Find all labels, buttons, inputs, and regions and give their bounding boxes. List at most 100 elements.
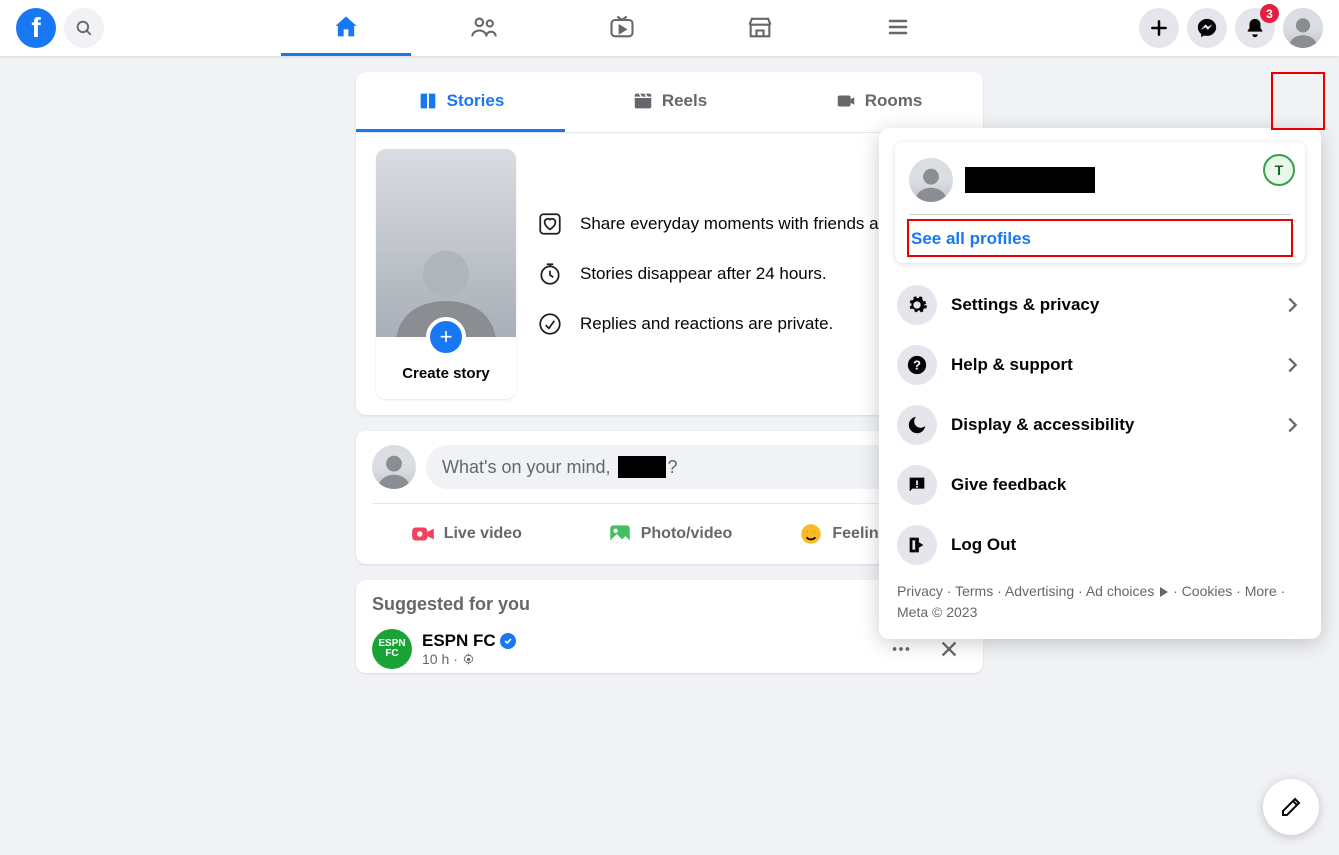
menu-item-label: Help & support	[951, 355, 1267, 375]
nav-menu-tab[interactable]	[833, 0, 963, 56]
menu-give-feedback[interactable]: Give feedback	[893, 455, 1307, 515]
stories-tabs: Stories Reels Rooms	[356, 72, 983, 133]
account-menu: T See all profiles Settings & privacy ? …	[879, 128, 1321, 639]
tab-label: Stories	[447, 91, 505, 111]
suggested-title: Suggested for you	[372, 594, 967, 615]
footer-link[interactable]: Advertising	[1005, 583, 1074, 599]
suggested-row[interactable]: ESPNFC ESPN FC 10 h ·	[372, 629, 967, 669]
menu-item-label: Give feedback	[951, 475, 1303, 495]
verified-badge-icon	[500, 633, 516, 649]
redacted-name	[965, 167, 1095, 193]
action-label: Photo/video	[641, 525, 733, 543]
new-message-fab[interactable]	[1263, 779, 1319, 835]
menu-item-label: Display & accessibility	[951, 415, 1267, 435]
tab-rooms[interactable]: Rooms	[774, 72, 983, 132]
facebook-logo[interactable]: f	[16, 8, 56, 48]
friends-icon	[470, 13, 498, 41]
composer-prompt-suffix: ?	[668, 457, 678, 478]
reels-icon	[632, 90, 654, 112]
menu-log-out[interactable]: Log Out	[893, 515, 1307, 575]
adchoices-icon	[1160, 587, 1168, 597]
reply-icon	[536, 311, 564, 337]
chevron-right-icon	[1281, 354, 1303, 376]
footer-meta: Meta © 2023	[897, 604, 977, 620]
page-avatar: ESPNFC	[372, 629, 412, 669]
notification-badge: 3	[1260, 4, 1279, 23]
profile-switcher-card: T See all profiles	[895, 142, 1305, 263]
avatar-icon	[1283, 8, 1323, 48]
live-video-button[interactable]: Live video	[364, 512, 568, 556]
footer-link[interactable]: Privacy	[897, 583, 943, 599]
tab-reels[interactable]: Reels	[565, 72, 774, 132]
stories-icon	[417, 90, 439, 112]
create-story-tile[interactable]: + Create story	[376, 149, 516, 399]
story-point-text: Replies and reactions are private.	[580, 314, 833, 334]
avatar-icon[interactable]	[372, 445, 416, 489]
avatar-icon	[909, 158, 953, 202]
create-story-label: Create story	[376, 365, 516, 382]
nav-right: 3	[1139, 8, 1323, 48]
menu-help-support[interactable]: ? Help & support	[893, 335, 1307, 395]
svg-text:?: ?	[913, 358, 921, 373]
watch-icon	[608, 13, 636, 41]
photo-icon	[607, 521, 633, 547]
footer-link[interactable]: Terms	[955, 583, 993, 599]
nav-center	[104, 0, 1139, 56]
tab-stories[interactable]: Stories	[356, 72, 565, 132]
post-time: 10 h	[422, 651, 449, 667]
footer-link[interactable]: Cookies	[1182, 583, 1233, 599]
redacted-name	[618, 456, 666, 478]
tab-label: Reels	[662, 91, 707, 111]
create-button[interactable]	[1139, 8, 1179, 48]
feeling-icon	[798, 521, 824, 547]
gear-icon	[462, 653, 475, 666]
logout-icon	[897, 525, 937, 565]
clock-icon	[536, 261, 564, 287]
profile-link[interactable]	[909, 152, 1291, 214]
more-icon	[890, 638, 912, 660]
notifications-button[interactable]: 3	[1235, 8, 1275, 48]
nav-home-tab[interactable]	[281, 0, 411, 56]
plus-icon: +	[426, 317, 466, 357]
story-point-text: Stories disappear after 24 hours.	[580, 264, 827, 284]
home-icon	[332, 13, 360, 41]
help-icon: ?	[897, 345, 937, 385]
chevron-right-icon	[1281, 294, 1303, 316]
menu-settings-privacy[interactable]: Settings & privacy	[893, 275, 1307, 335]
account-button[interactable]	[1283, 8, 1323, 48]
moon-icon	[897, 405, 937, 445]
menu-item-label: Settings & privacy	[951, 295, 1267, 315]
hamburger-icon	[886, 15, 910, 39]
composer-prompt-prefix: What's on your mind,	[442, 457, 611, 478]
nav-friends-tab[interactable]	[419, 0, 549, 56]
footer-link[interactable]: More	[1245, 583, 1277, 599]
tab-label: Rooms	[865, 91, 923, 111]
messenger-icon	[1196, 17, 1218, 39]
nav-watch-tab[interactable]	[557, 0, 687, 56]
action-label: Live video	[444, 525, 522, 543]
see-all-profiles-link[interactable]: See all profiles	[907, 219, 1293, 257]
messenger-button[interactable]	[1187, 8, 1227, 48]
chevron-right-icon	[1281, 414, 1303, 436]
rooms-icon	[835, 90, 857, 112]
plus-icon	[1149, 18, 1169, 38]
photo-video-button[interactable]: Photo/video	[568, 512, 772, 556]
heart-card-icon	[536, 211, 564, 237]
menu-footer: Privacy · Terms · Advertising · Ad choic…	[893, 575, 1307, 625]
menu-display-accessibility[interactable]: Display & accessibility	[893, 395, 1307, 455]
search-button[interactable]	[64, 8, 104, 48]
footer-link[interactable]: Ad choices	[1086, 583, 1154, 599]
compose-icon	[1279, 795, 1303, 819]
gear-icon	[897, 285, 937, 325]
marketplace-icon	[746, 13, 774, 41]
live-video-icon	[410, 521, 436, 547]
close-icon	[938, 638, 960, 660]
search-icon	[75, 19, 93, 37]
menu-item-label: Log Out	[951, 535, 1303, 555]
page-name: ESPN FC	[422, 631, 496, 651]
profile-switch-badge[interactable]: T	[1263, 154, 1295, 186]
feedback-icon	[897, 465, 937, 505]
avatar-placeholder	[376, 149, 516, 337]
header-bar: f 3	[0, 0, 1339, 56]
nav-marketplace-tab[interactable]	[695, 0, 825, 56]
